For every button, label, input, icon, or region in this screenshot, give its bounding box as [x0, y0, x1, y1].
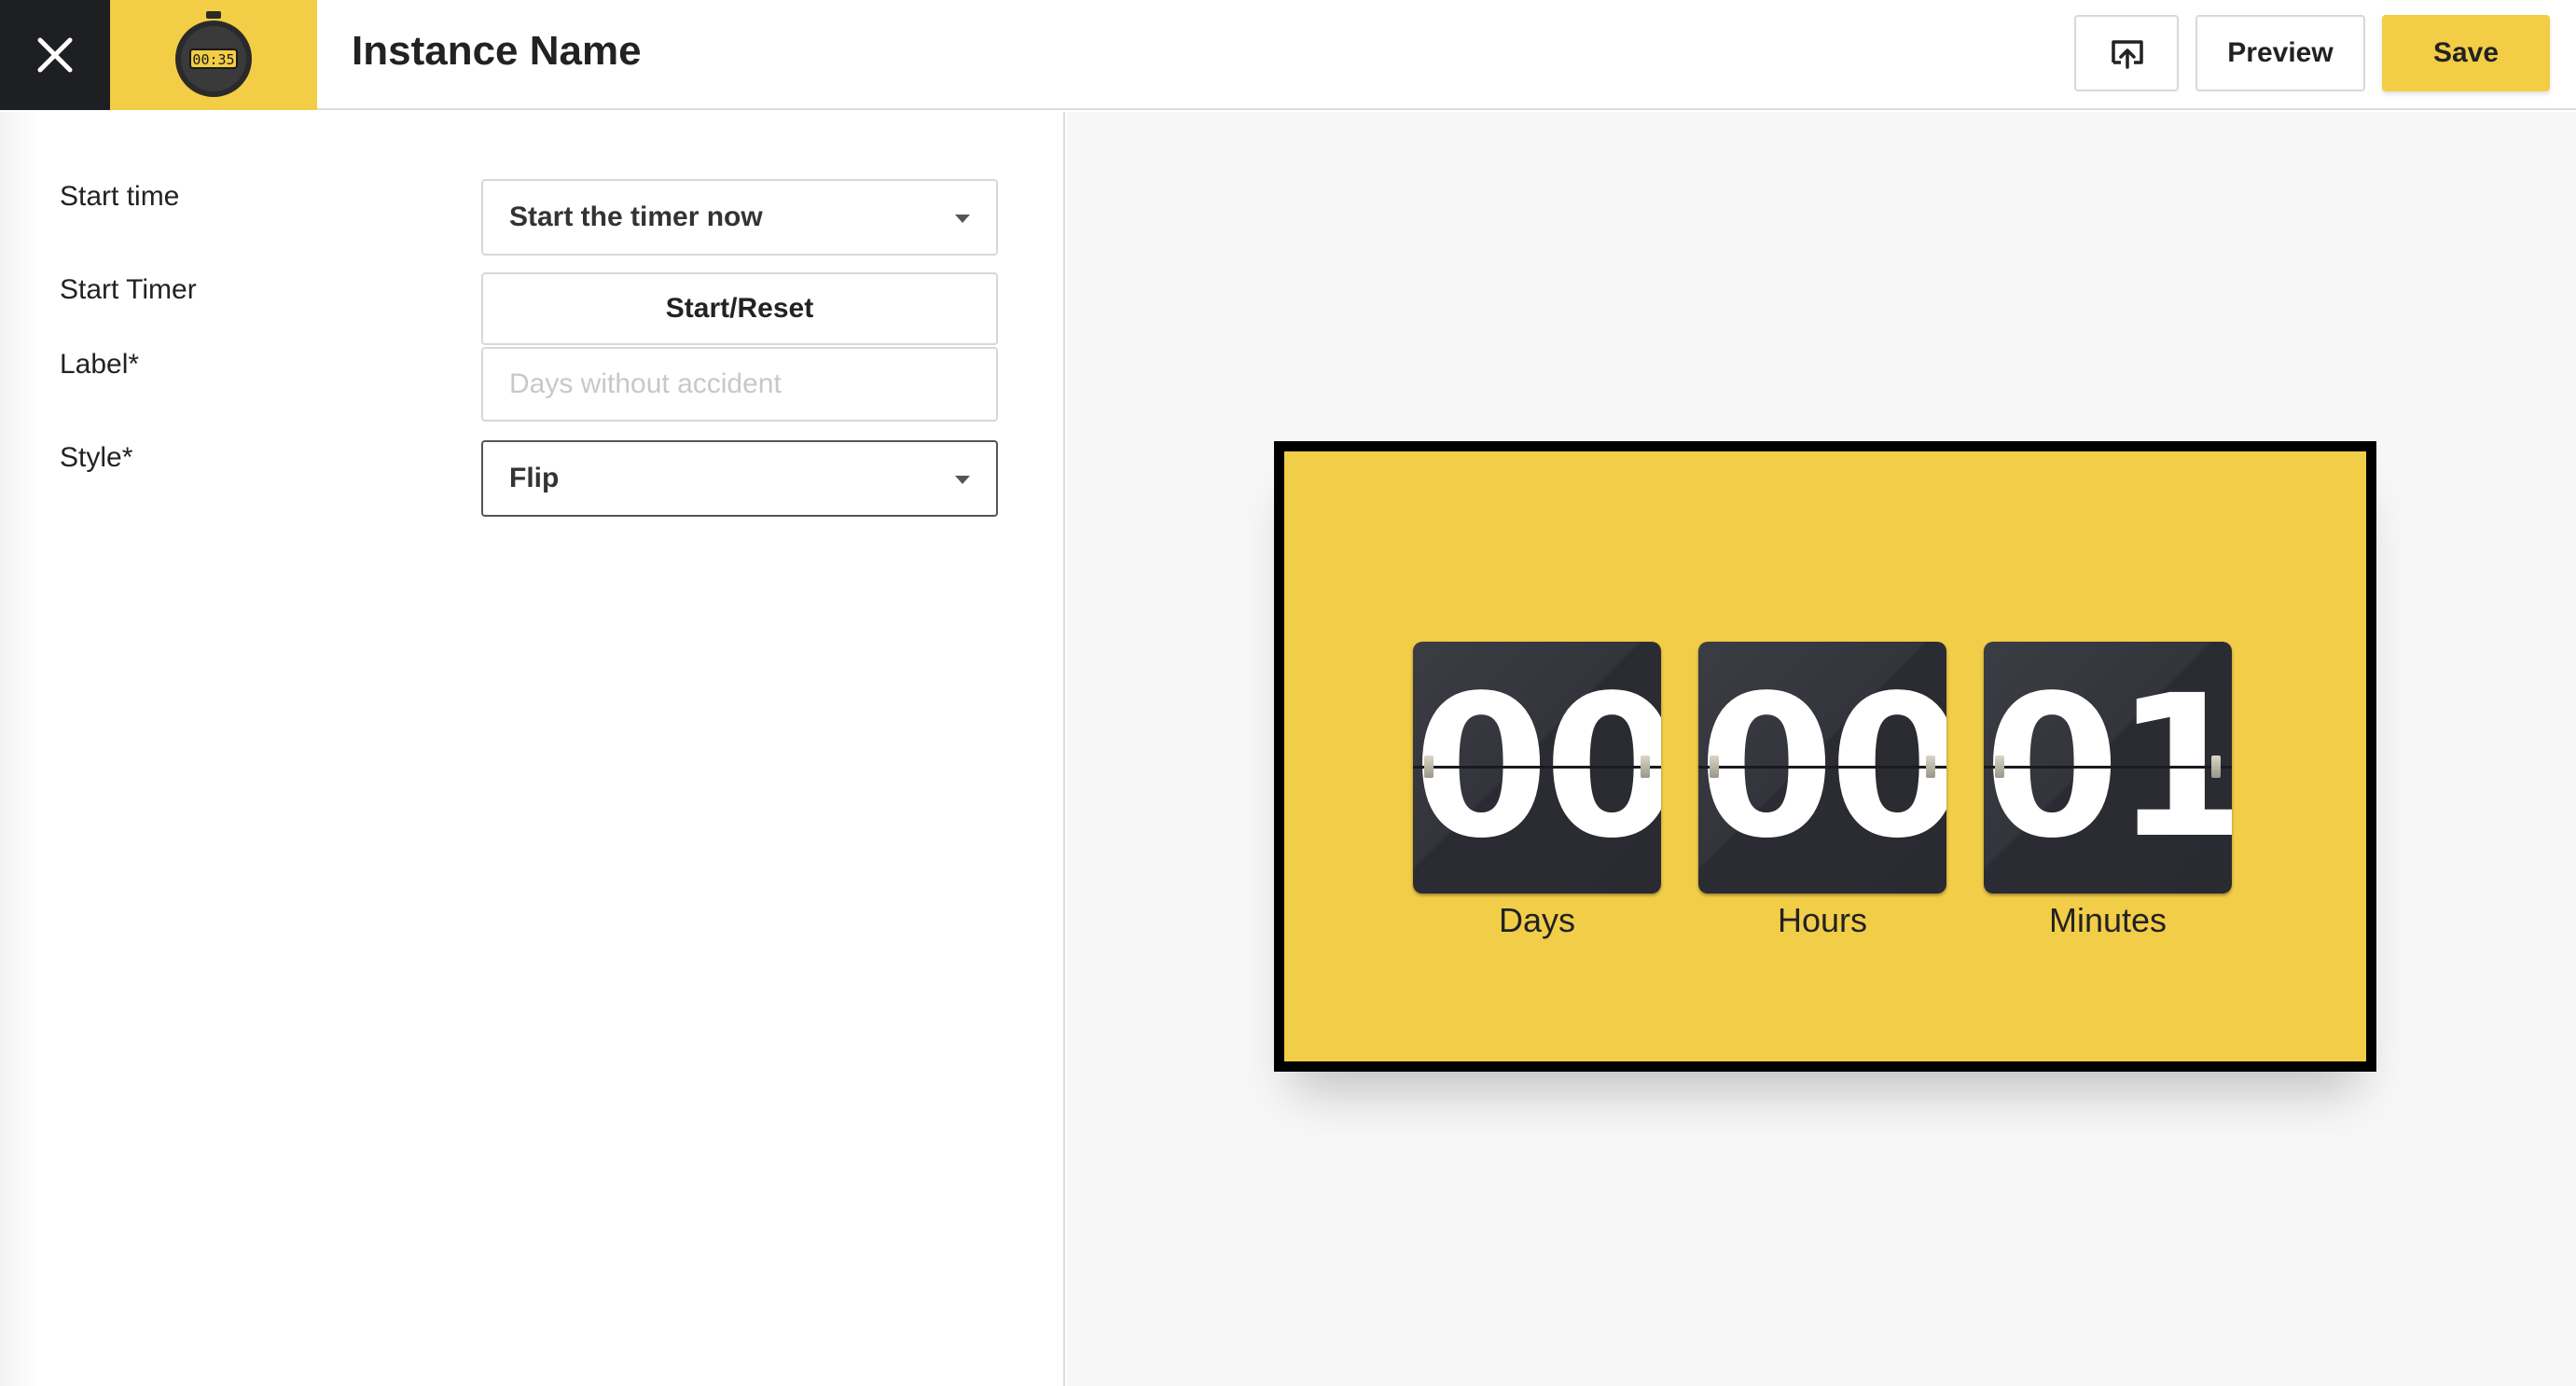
- cast-button[interactable]: [2074, 15, 2179, 91]
- top-bar: 00:35 Instance Name Preview Save: [0, 0, 2576, 110]
- days-label: Days: [1498, 901, 1576, 939]
- style-value: Flip: [509, 463, 560, 493]
- start-timer-label: Start Timer: [60, 274, 197, 305]
- start-reset-button[interactable]: Start/Reset: [481, 272, 998, 345]
- start-time-select[interactable]: Start the timer now: [481, 179, 998, 256]
- label-field-label: Label*: [60, 349, 140, 380]
- card-hinge: [1424, 755, 1433, 778]
- flip-card: 01: [1984, 642, 2232, 894]
- hours-label: Hours: [1777, 901, 1868, 939]
- card-split: [1984, 766, 2232, 769]
- card-split: [1413, 766, 1661, 769]
- panel-shadow: [0, 112, 37, 1386]
- start-time-value: Start the timer now: [509, 201, 763, 232]
- save-button[interactable]: Save: [2382, 15, 2550, 91]
- start-time-label: Start time: [60, 181, 180, 212]
- page-title: Instance Name: [352, 28, 642, 74]
- chevron-down-icon: [955, 476, 970, 484]
- card-hinge: [1710, 755, 1719, 778]
- card-hinge: [2211, 755, 2221, 778]
- chevron-down-icon: [955, 215, 970, 223]
- card-hinge: [1641, 755, 1650, 778]
- flip-card: 00: [1698, 642, 1946, 894]
- style-label: Style*: [60, 442, 133, 473]
- cast-icon: [2112, 40, 2143, 69]
- minutes-label: Minutes: [2048, 901, 2167, 939]
- card-split: [1698, 766, 1946, 769]
- app-logo: 00:35: [110, 0, 317, 110]
- svg-text:00:35: 00:35: [192, 51, 234, 68]
- card-hinge: [1995, 755, 2004, 778]
- style-select[interactable]: Flip: [481, 440, 998, 517]
- preview-button[interactable]: Preview: [2195, 15, 2365, 91]
- close-icon: [37, 37, 73, 73]
- timer-preview: 00 Days 00 Hours 01 Minutes: [1274, 441, 2376, 1072]
- close-button[interactable]: [0, 0, 110, 110]
- stopwatch-icon: 00:35: [175, 11, 252, 97]
- flip-card: 00: [1413, 642, 1661, 894]
- label-input[interactable]: [481, 347, 998, 422]
- card-hinge: [1926, 755, 1935, 778]
